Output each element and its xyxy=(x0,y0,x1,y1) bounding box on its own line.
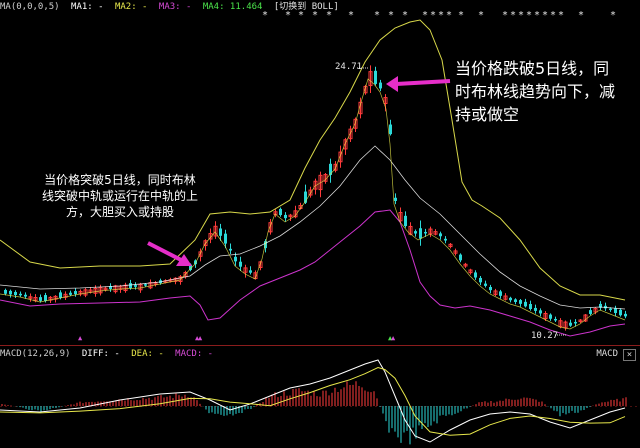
candle-down xyxy=(529,304,532,309)
signal-tick: ▲ xyxy=(198,334,203,342)
candle-down xyxy=(574,321,577,324)
candle-down xyxy=(74,291,77,295)
candle-down xyxy=(9,290,12,295)
candle-down xyxy=(519,300,522,304)
candle-down xyxy=(489,286,492,291)
price-low-label: 10.27 xyxy=(531,331,559,341)
candle-down xyxy=(539,310,542,314)
candle-down xyxy=(229,248,232,251)
macd-dea: DEA: - xyxy=(131,349,164,359)
candle-down xyxy=(19,293,22,296)
candle-down xyxy=(419,228,422,239)
macd-diff-line xyxy=(0,359,626,443)
candle-down xyxy=(24,294,27,297)
candle-down xyxy=(129,283,132,289)
close-icon[interactable]: × xyxy=(623,349,636,361)
signal-tick: ▲ xyxy=(391,334,396,342)
candle-down xyxy=(459,254,462,261)
candle-down xyxy=(69,292,72,295)
candle-down xyxy=(279,208,282,216)
sell-signal-annotation: 当价格跌破5日线，同时布林线趋势向下，减持或做空 xyxy=(455,59,616,124)
macd-title: MACD(12,26,9) xyxy=(0,349,71,359)
macd-header: MACD(12,26,9) DIFF: - DEA: - MACD: - xyxy=(0,347,640,361)
candle-down xyxy=(499,291,502,296)
candle-down xyxy=(424,231,427,234)
macd-right-label: MACD xyxy=(596,349,618,359)
candle-down xyxy=(439,233,442,237)
candle-down xyxy=(239,261,242,267)
candle-down xyxy=(44,295,47,301)
sell-arrow-shaft xyxy=(395,79,451,86)
buy-signal-annotation: 当价格突破5日线，同时布林线突破中轨或运行在中轨的上方，大胆买入或持股 xyxy=(41,173,198,219)
candle-down xyxy=(39,297,42,301)
macd-diff: DIFF: - xyxy=(81,349,120,359)
candle-down xyxy=(474,272,477,278)
candle-down xyxy=(479,277,482,283)
candle-down xyxy=(484,283,487,286)
boll-lower-line xyxy=(0,209,626,337)
candle-down xyxy=(404,215,407,227)
candle-down xyxy=(514,299,517,302)
candle-down xyxy=(249,270,252,273)
candle-down xyxy=(524,301,527,307)
candle-down xyxy=(549,314,552,319)
candle-down xyxy=(614,308,617,314)
boll-mid-line xyxy=(0,145,626,310)
candle-down xyxy=(534,307,537,311)
signal-tick: ▲ xyxy=(78,334,83,342)
candle-down xyxy=(624,313,627,317)
candle-down xyxy=(389,124,392,135)
candle-down xyxy=(219,228,222,236)
candle-down xyxy=(284,214,287,219)
sell-arrow-head xyxy=(386,76,398,92)
candle-down xyxy=(554,318,557,321)
candle-down xyxy=(144,284,147,286)
macd-dea-line xyxy=(0,366,626,436)
candle-down xyxy=(234,256,237,262)
candle-down xyxy=(4,289,7,294)
price-high-label: 24.71 xyxy=(335,62,363,72)
macd-panel xyxy=(0,359,627,445)
candle-down xyxy=(394,197,397,201)
candle-down xyxy=(509,297,512,301)
candle-down xyxy=(59,292,62,298)
macd-value: MACD: - xyxy=(175,349,214,359)
candle-down xyxy=(224,233,227,244)
candle-down xyxy=(14,291,17,296)
candle-down xyxy=(379,82,382,89)
candle-down xyxy=(569,322,572,326)
candle-down xyxy=(589,310,592,314)
candle-down xyxy=(374,70,377,84)
candle-down xyxy=(619,309,622,316)
buy-arrow-shaft xyxy=(147,241,186,264)
candle-down xyxy=(444,238,447,241)
candle-down xyxy=(134,285,137,287)
candle-down xyxy=(414,231,417,234)
candle-down xyxy=(609,308,612,311)
